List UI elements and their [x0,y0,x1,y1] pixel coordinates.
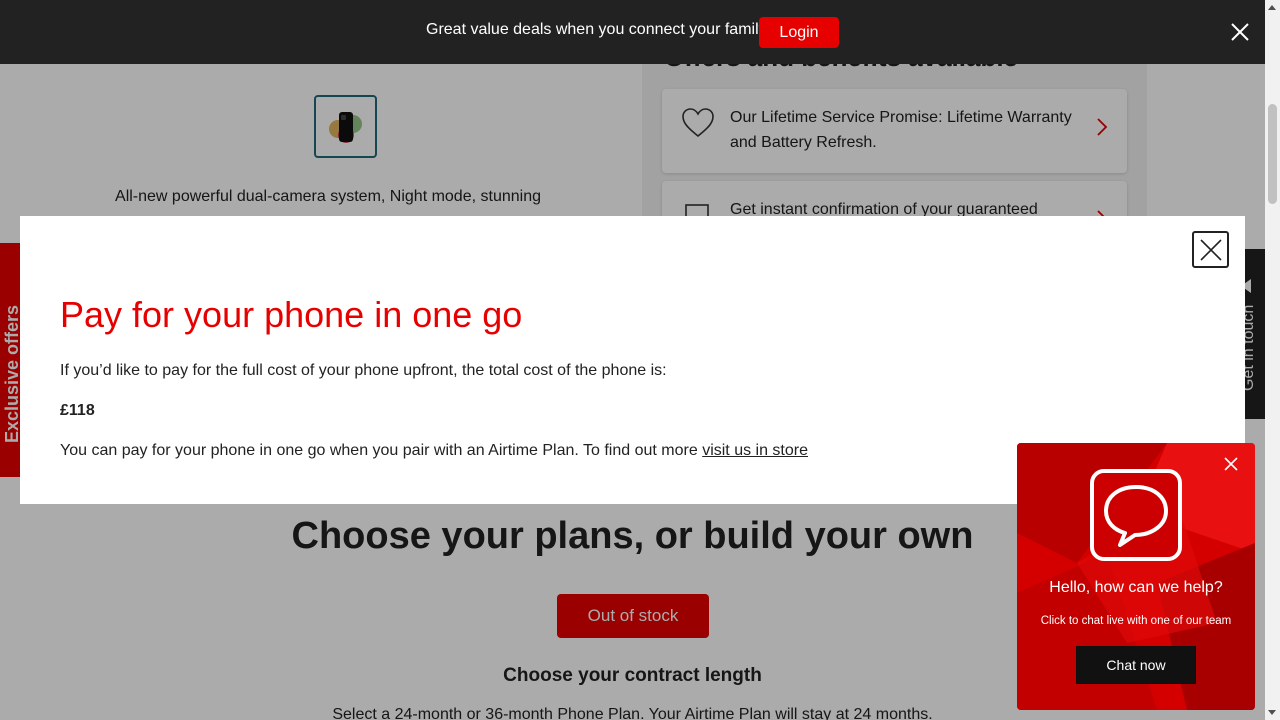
visit-store-link[interactable]: visit us in store [702,442,808,459]
close-icon [1199,238,1222,261]
chat-now-button[interactable]: Chat now [1076,646,1196,684]
scroll-down-arrow-icon[interactable] [1268,710,1276,715]
promo-banner: Great value deals when you connect your … [0,0,1265,64]
scrollbar-thumb[interactable] [1268,104,1277,204]
chat-greeting: Hello, how can we help? [1049,579,1223,596]
modal-body: You can pay for your phone in one go whe… [60,442,808,460]
page-scrollbar[interactable] [1265,0,1280,720]
chat-subtitle: Click to chat live with one of our team [1040,615,1232,627]
modal-intro: If you’d like to pay for the full cost o… [60,362,667,379]
modal-title: Pay for your phone in one go [60,294,523,335]
chat-close-icon[interactable] [1223,456,1239,472]
close-icon[interactable] [1230,22,1250,42]
phone-price: £118 [60,402,95,419]
scroll-up-arrow-icon[interactable] [1268,5,1276,10]
login-button[interactable]: Login [759,17,839,48]
chat-widget: Hello, how can we help? Click to chat li… [1017,443,1255,710]
promo-text: Great value deals when you connect your … [426,21,767,38]
modal-body-text: You can pay for your phone in one go whe… [60,442,703,459]
speech-bubble-icon [1090,469,1182,561]
modal-close-button[interactable] [1192,231,1229,268]
